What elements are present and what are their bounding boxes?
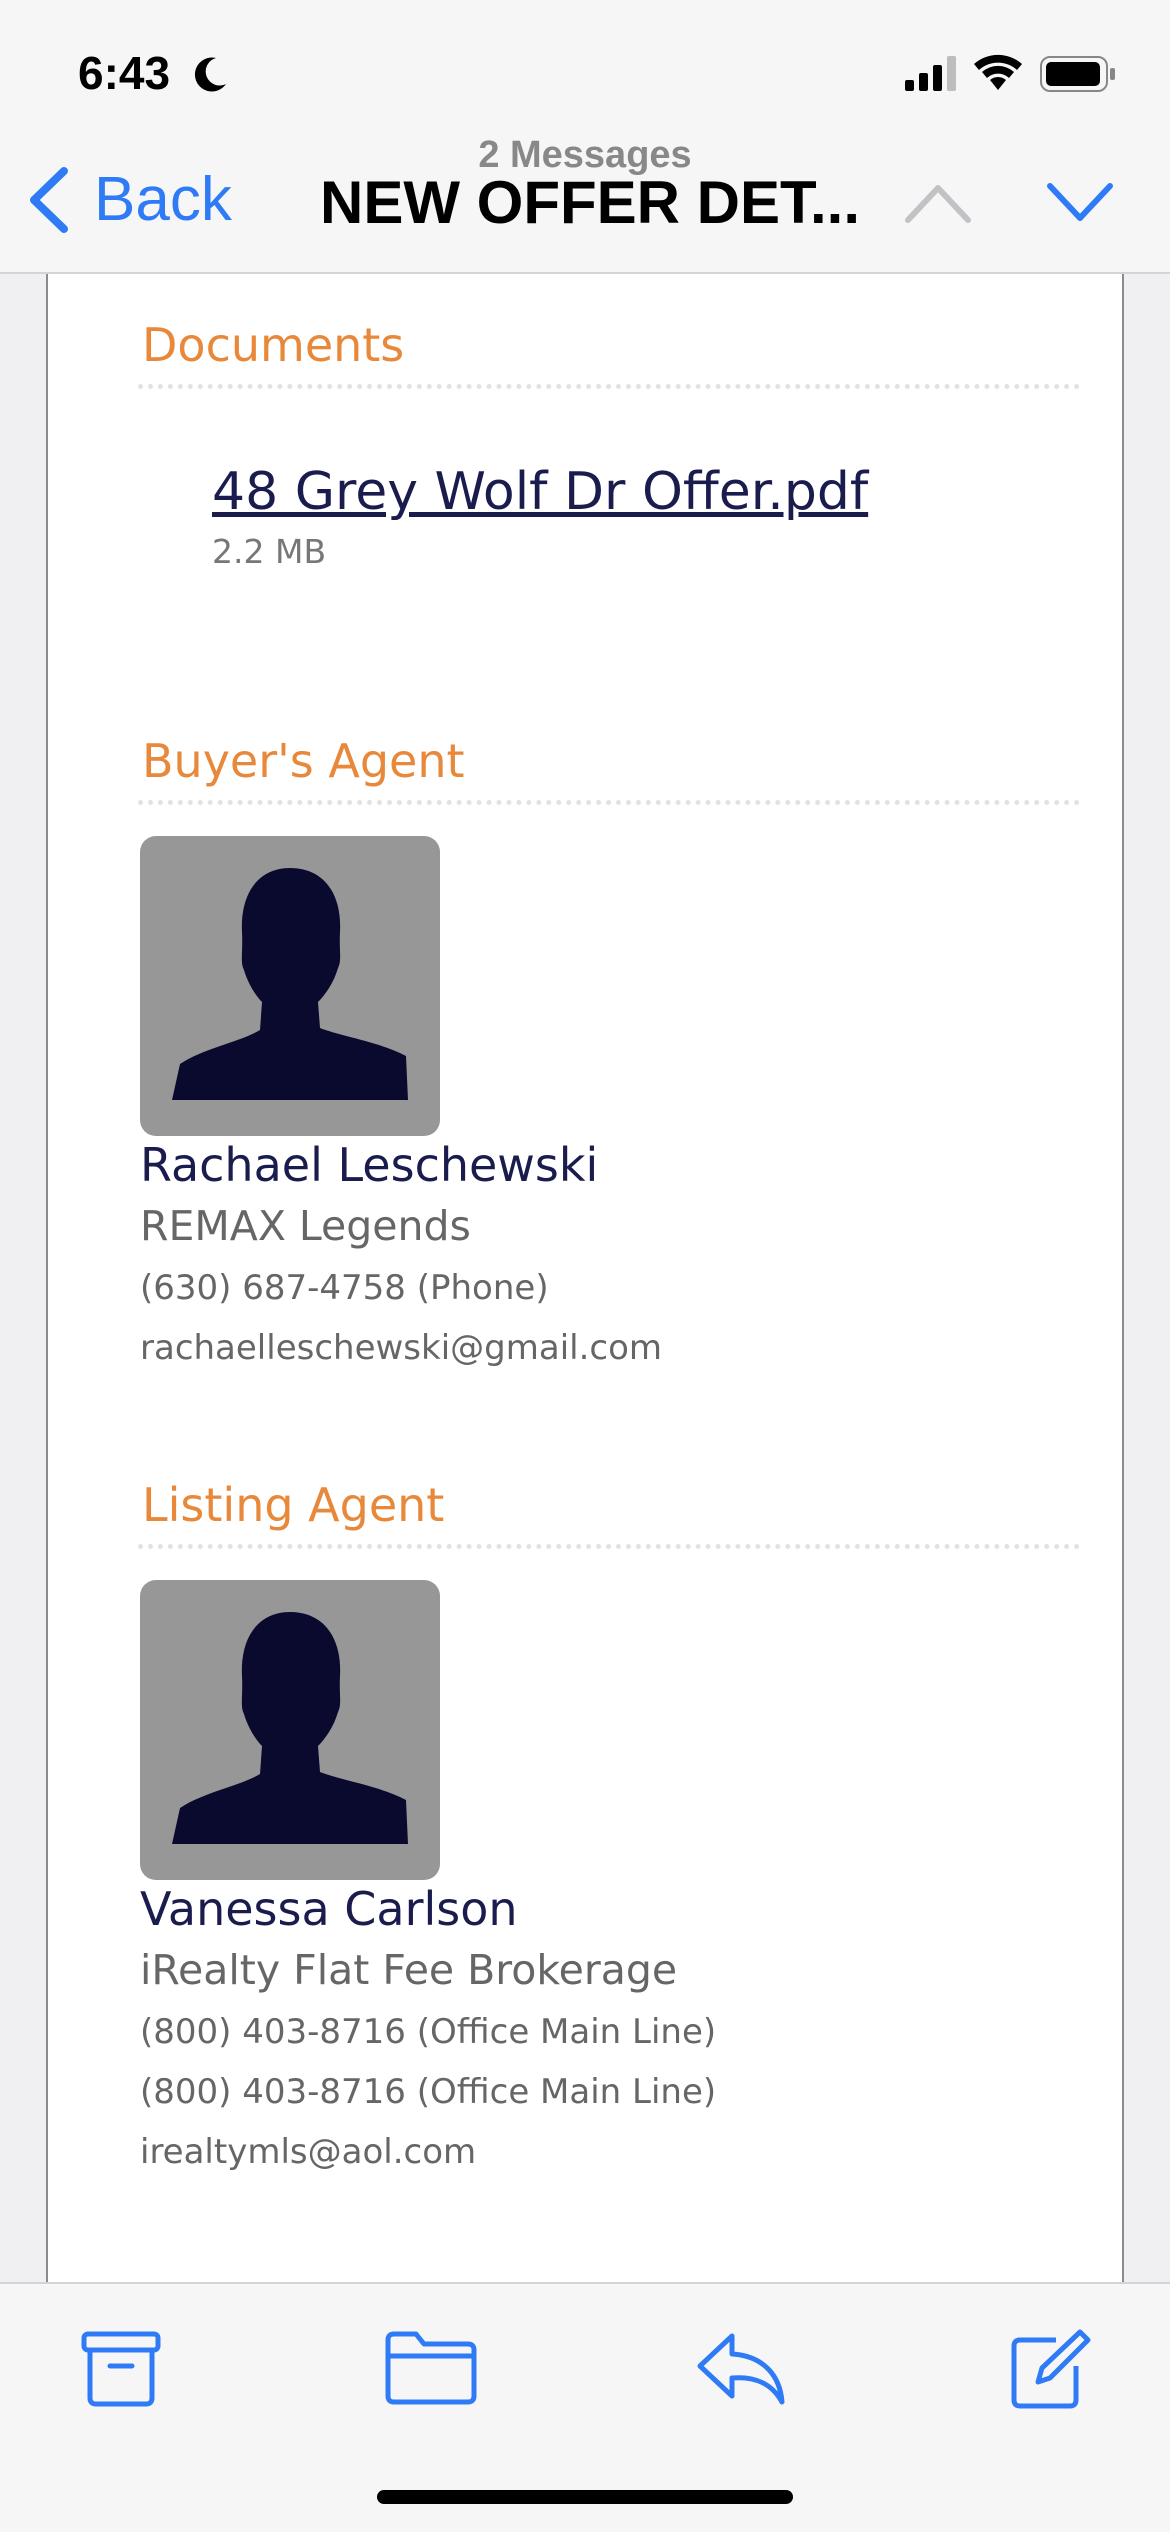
attachment-size: 2.2 MB xyxy=(212,532,327,571)
previous-message-button[interactable] xyxy=(904,180,972,224)
listing-agent-phone[interactable]: (800) 403-8716 (Office Main Line) xyxy=(140,2012,716,2052)
email-body: Documents 48 Grey Wolf Dr Offer.pdf 2.2 … xyxy=(46,274,1124,2282)
listing-agent-company: iRealty Flat Fee Brokerage xyxy=(140,1946,678,1994)
archive-icon[interactable] xyxy=(80,2328,162,2408)
wifi-icon xyxy=(974,54,1022,90)
top-bar: 6:43 Back 2 Messages NEW OFFER DET... xyxy=(0,0,1170,274)
email-subject-title: NEW OFFER DET... xyxy=(320,169,860,236)
documents-heading: Documents xyxy=(142,318,405,372)
buyers-agent-heading: Buyer's Agent xyxy=(142,734,465,788)
cellular-signal-icon xyxy=(905,56,956,91)
status-time: 6:43 xyxy=(78,47,171,99)
person-silhouette-icon xyxy=(172,868,408,1100)
avatar xyxy=(140,836,440,1136)
person-silhouette-icon xyxy=(172,1612,408,1844)
battery-icon xyxy=(1040,56,1115,92)
listing-agent-phone[interactable]: (800) 403-8716 (Office Main Line) xyxy=(140,2072,716,2112)
home-indicator[interactable] xyxy=(377,2490,793,2504)
section-divider xyxy=(138,384,1080,389)
section-divider xyxy=(138,1544,1080,1549)
moon-icon xyxy=(194,57,226,92)
buyers-agent-email[interactable]: rachaelleschewski@gmail.com xyxy=(140,1328,662,1368)
avatar xyxy=(140,1580,440,1880)
buyers-agent-phone[interactable]: (630) 687-4758 (Phone) xyxy=(140,1268,549,1308)
reply-icon[interactable] xyxy=(696,2328,786,2408)
buyers-agent-company: REMAX Legends xyxy=(140,1202,471,1250)
attachment-link[interactable]: 48 Grey Wolf Dr Offer.pdf xyxy=(212,462,868,522)
listing-agent-heading: Listing Agent xyxy=(142,1478,445,1532)
section-divider xyxy=(138,800,1080,805)
folder-icon[interactable] xyxy=(384,2328,478,2408)
listing-agent-name: Vanessa Carlson xyxy=(140,1882,518,1936)
listing-agent-email[interactable]: irealtymls@aol.com xyxy=(140,2132,476,2172)
buyers-agent-name: Rachael Leschewski xyxy=(140,1138,599,1192)
next-message-button[interactable] xyxy=(1046,180,1114,224)
compose-icon[interactable] xyxy=(1008,2328,1092,2410)
